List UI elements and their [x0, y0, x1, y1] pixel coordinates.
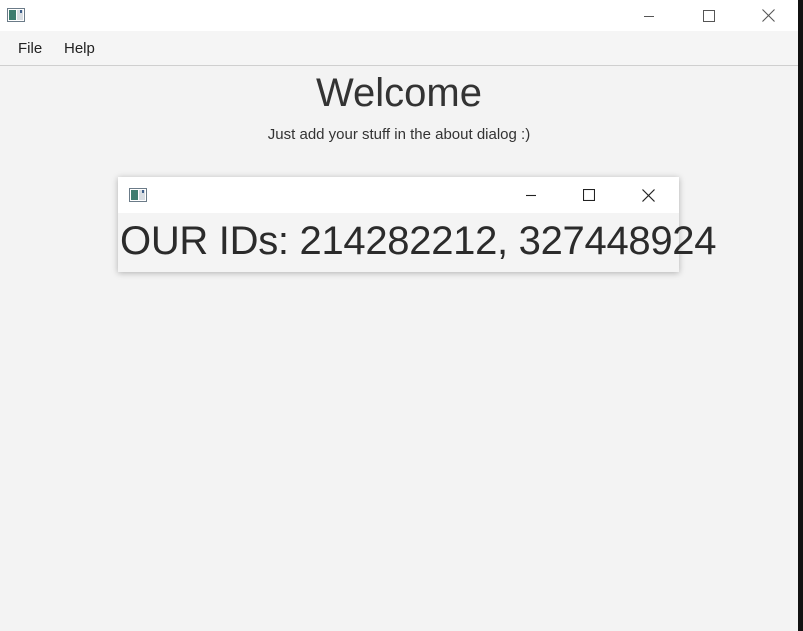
menu-help[interactable]: Help: [64, 40, 95, 57]
welcome-heading: Welcome: [316, 71, 482, 115]
maximize-icon: [583, 189, 595, 201]
menu-bar: File Help: [0, 31, 800, 66]
dialog-title-bar[interactable]: [118, 177, 679, 213]
dialog-minimize-button[interactable]: [508, 177, 554, 213]
about-dialog: OUR IDs: 214282212, 327448924: [118, 177, 716, 272]
screen-edge: [798, 0, 803, 631]
maximize-icon: [703, 9, 715, 22]
welcome-subheading: Just add your stuff in the about dialog …: [267, 126, 531, 143]
team-ids-text: OUR IDs: 214282212, 327448924: [120, 219, 717, 263]
maximize-button[interactable]: [686, 0, 732, 31]
minimize-icon: [526, 194, 536, 197]
main-title-bar[interactable]: [0, 0, 800, 31]
dialog-close-button[interactable]: [625, 177, 671, 213]
app-window-icon: [7, 8, 25, 22]
menu-file[interactable]: File: [18, 40, 42, 57]
dialog-maximize-button[interactable]: [566, 177, 612, 213]
close-button[interactable]: [745, 0, 791, 31]
app-window-icon: [129, 188, 147, 202]
minimize-icon: [644, 15, 654, 17]
close-icon: [641, 188, 655, 202]
close-icon: [761, 9, 775, 22]
minimize-button[interactable]: [626, 0, 672, 31]
